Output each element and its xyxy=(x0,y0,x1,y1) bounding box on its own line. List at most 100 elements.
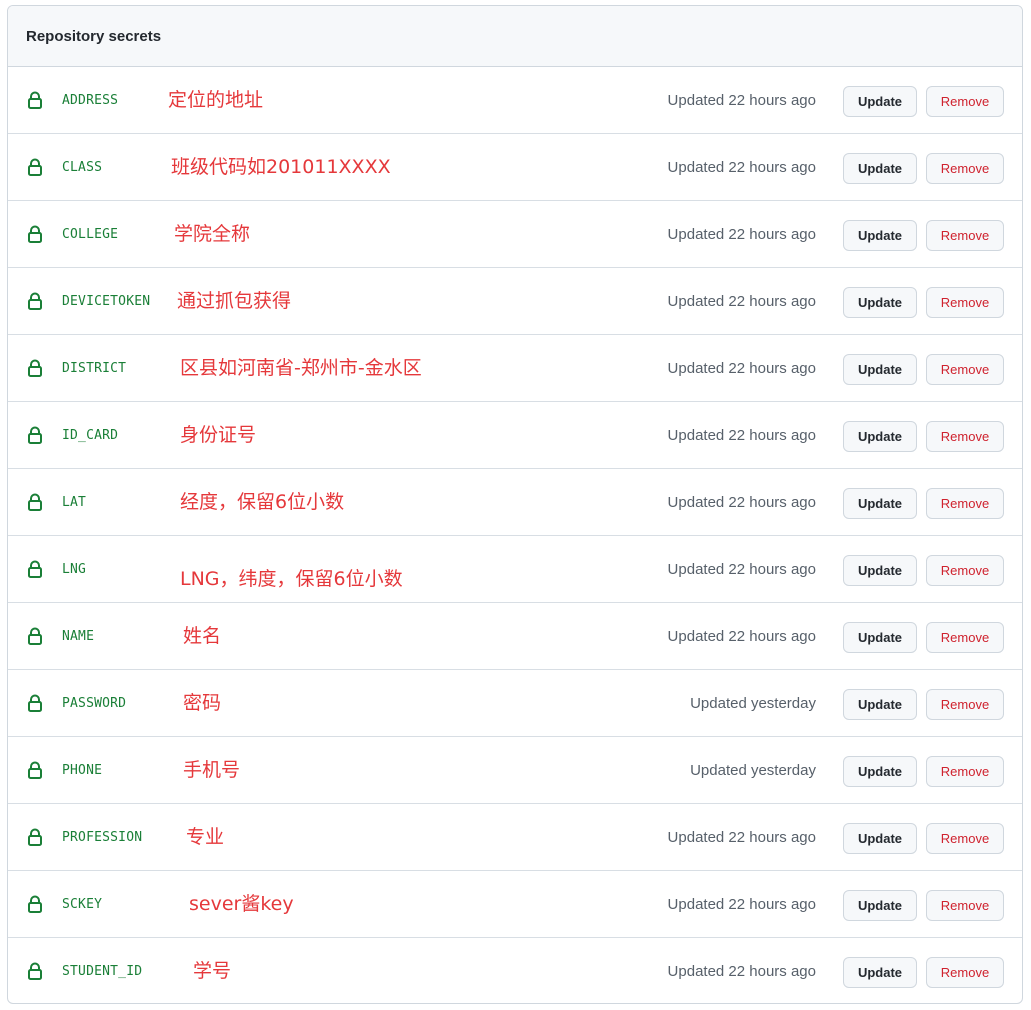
secret-name: PROFESSION xyxy=(62,830,143,845)
secret-name: STUDENT_ID xyxy=(62,964,143,979)
annotation-note: 密码 xyxy=(183,692,222,714)
lock-icon xyxy=(27,359,43,377)
remove-button[interactable]: Remove xyxy=(926,488,1004,519)
secret-name: ID_CARD xyxy=(62,428,119,443)
secret-name: SCKEY xyxy=(62,897,103,912)
annotation-note: 专业 xyxy=(186,826,225,848)
lock-icon xyxy=(27,158,43,176)
annotation-note: 学院全称 xyxy=(174,223,251,245)
annotation-note: 手机号 xyxy=(183,759,241,781)
secret-row: PASSWORD 密码 Updated yesterday Update Remove xyxy=(8,670,1022,737)
updated-timestamp: Updated 22 hours ago xyxy=(667,628,816,645)
remove-button[interactable]: Remove xyxy=(926,756,1004,787)
remove-button[interactable]: Remove xyxy=(926,622,1004,653)
update-button[interactable]: Update xyxy=(843,287,917,318)
remove-button[interactable]: Remove xyxy=(926,86,1004,117)
annotation-note: 定位的地址 xyxy=(168,89,264,111)
annotation-note: LNG，纬度，保留6位小数 xyxy=(180,568,403,590)
lock-icon xyxy=(27,761,43,779)
lock-icon xyxy=(27,828,43,846)
secret-row: CLASS 班级代码如201011XXXX Updated 22 hours ago… xyxy=(8,134,1022,201)
secret-name: LAT xyxy=(62,495,87,510)
lock-icon xyxy=(27,560,43,578)
panel-title: Repository secrets xyxy=(26,27,162,45)
lock-icon xyxy=(27,225,43,243)
secret-name: DISTRICT xyxy=(62,361,127,376)
secret-row: STUDENT_ID 学号 Updated 22 hours ago Update Re… xyxy=(8,938,1022,1003)
lock-icon xyxy=(27,426,43,444)
secret-row: COLLEGE 学院全称 Updated 22 hours ago Update Rem… xyxy=(8,201,1022,268)
secret-name: LNG xyxy=(62,562,87,577)
annotation-note: 姓名 xyxy=(183,625,222,647)
lock-icon xyxy=(27,694,43,712)
remove-button[interactable]: Remove xyxy=(926,957,1004,988)
updated-timestamp: Updated yesterday xyxy=(690,695,816,712)
update-button[interactable]: Update xyxy=(843,421,917,452)
annotation-note: 班级代码如201011XXXX xyxy=(171,156,391,178)
update-button[interactable]: Update xyxy=(843,555,917,586)
secret-row: DEVICETOKEN 通过抓包获得 Updated 22 hours ago Upd… xyxy=(8,268,1022,335)
secret-name: ADDRESS xyxy=(62,93,119,108)
remove-button[interactable]: Remove xyxy=(926,220,1004,251)
secret-row: PROFESSION 专业 Updated 22 hours ago Update Re… xyxy=(8,804,1022,871)
remove-button[interactable]: Remove xyxy=(926,287,1004,318)
updated-timestamp: Updated 22 hours ago xyxy=(667,226,816,243)
secret-row: PHONE 手机号 Updated yesterday Update Remove xyxy=(8,737,1022,804)
remove-button[interactable]: Remove xyxy=(926,555,1004,586)
update-button[interactable]: Update xyxy=(843,756,917,787)
updated-timestamp: Updated 22 hours ago xyxy=(667,829,816,846)
updated-timestamp: Updated 22 hours ago xyxy=(667,963,816,980)
update-button[interactable]: Update xyxy=(843,86,917,117)
updated-timestamp: Updated 22 hours ago xyxy=(667,561,816,578)
secret-row: SCKEY sever酱key Updated 22 hours ago Update… xyxy=(8,871,1022,938)
panel-header: Repository secrets xyxy=(8,6,1022,67)
update-button[interactable]: Update xyxy=(843,354,917,385)
remove-button[interactable]: Remove xyxy=(926,354,1004,385)
secret-row: LNG LNG，纬度，保留6位小数 Updated 22 hours ago Upda… xyxy=(8,536,1022,603)
update-button[interactable]: Update xyxy=(843,220,917,251)
annotation-note: 通过抓包获得 xyxy=(177,290,292,312)
secret-row: ID_CARD 身份证号 Updated 22 hours ago Update Rem… xyxy=(8,402,1022,469)
updated-timestamp: Updated 22 hours ago xyxy=(667,360,816,377)
secret-row: DISTRICT 区县如河南省-郑州市-金水区 Updated 22 hours a… xyxy=(8,335,1022,402)
update-button[interactable]: Update xyxy=(843,823,917,854)
annotation-note: 经度，保留6位小数 xyxy=(180,491,345,513)
secret-row: ADDRESS 定位的地址 Updated 22 hours ago Update Re… xyxy=(8,67,1022,134)
updated-timestamp: Updated yesterday xyxy=(690,762,816,779)
updated-timestamp: Updated 22 hours ago xyxy=(667,159,816,176)
secret-row: NAME 姓名 Updated 22 hours ago Update Remove xyxy=(8,603,1022,670)
lock-icon xyxy=(27,493,43,511)
secret-name: CLASS xyxy=(62,160,103,175)
updated-timestamp: Updated 22 hours ago xyxy=(667,293,816,310)
lock-icon xyxy=(27,91,43,109)
remove-button[interactable]: Remove xyxy=(926,689,1004,720)
update-button[interactable]: Update xyxy=(843,153,917,184)
updated-timestamp: Updated 22 hours ago xyxy=(667,494,816,511)
secret-name: PHONE xyxy=(62,763,103,778)
lock-icon xyxy=(27,895,43,913)
update-button[interactable]: Update xyxy=(843,890,917,921)
lock-icon xyxy=(27,627,43,645)
secret-row: LAT 经度，保留6位小数 Updated 22 hours ago Update Re… xyxy=(8,469,1022,536)
remove-button[interactable]: Remove xyxy=(926,890,1004,921)
lock-icon xyxy=(27,962,43,980)
updated-timestamp: Updated 22 hours ago xyxy=(667,896,816,913)
secrets-list: ADDRESS 定位的地址 Updated 22 hours ago Update Re… xyxy=(8,67,1022,1003)
annotation-note: sever酱key xyxy=(189,893,294,915)
repository-secrets-panel: Repository secrets ADDRESS 定位的地址 Updated 2… xyxy=(7,5,1023,1004)
secret-name: NAME xyxy=(62,629,95,644)
annotation-note: 身份证号 xyxy=(180,424,257,446)
lock-icon xyxy=(27,292,43,310)
update-button[interactable]: Update xyxy=(843,488,917,519)
remove-button[interactable]: Remove xyxy=(926,823,1004,854)
annotation-note: 区县如河南省-郑州市-金水区 xyxy=(180,357,422,379)
updated-timestamp: Updated 22 hours ago xyxy=(667,427,816,444)
secret-name: DEVICETOKEN xyxy=(62,294,151,309)
update-button[interactable]: Update xyxy=(843,957,917,988)
update-button[interactable]: Update xyxy=(843,689,917,720)
annotation-note: 学号 xyxy=(193,960,232,982)
update-button[interactable]: Update xyxy=(843,622,917,653)
secret-name: PASSWORD xyxy=(62,696,127,711)
remove-button[interactable]: Remove xyxy=(926,421,1004,452)
remove-button[interactable]: Remove xyxy=(926,153,1004,184)
